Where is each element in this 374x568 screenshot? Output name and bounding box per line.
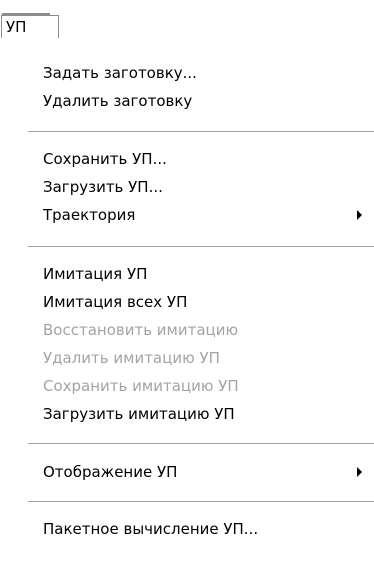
submenu-arrow-icon <box>357 210 362 220</box>
up-dropdown-menu: Задать заготовку... Удалить заготовку Со… <box>0 38 374 568</box>
menu-separator <box>28 246 374 247</box>
submenu-arrow-icon <box>357 467 362 477</box>
menu-separator <box>28 443 374 444</box>
menu-item-simulate-up[interactable]: Имитация УП <box>0 260 374 288</box>
menu-item-display-up-label: Отображение УП <box>43 463 178 481</box>
menu-item-load-up[interactable]: Загрузить УП... <box>0 173 374 201</box>
menubar: УП <box>0 0 60 38</box>
menu-item-batch-compute-up[interactable]: Пакетное вычисление УП... <box>0 515 374 543</box>
menu-item-save-simulation: Сохранить имитацию УП <box>43 377 239 395</box>
menu-item-trajectory[interactable]: Траектория <box>0 201 374 229</box>
menu-up-title[interactable]: УП <box>1 15 59 38</box>
menu-separator <box>28 501 374 502</box>
menu-item-trajectory-label: Траектория <box>43 206 136 224</box>
menu-item-restore-simulation: Восстановить имитацию <box>43 321 239 339</box>
menu-item-set-blank[interactable]: Задать заготовку... <box>0 59 374 87</box>
menu-item-load-simulation[interactable]: Загрузить имитацию УП <box>0 400 374 428</box>
menu-item-display-up[interactable]: Отображение УП <box>0 458 374 486</box>
menu-item-delete-blank[interactable]: Удалить заготовку <box>0 87 374 115</box>
menu-separator <box>28 131 374 132</box>
menu-item-simulate-all-up[interactable]: Имитация всех УП <box>0 288 374 316</box>
menu-item-save-up[interactable]: Сохранить УП... <box>0 145 374 173</box>
menu-item-delete-simulation: Удалить имитацию УП <box>43 349 220 367</box>
